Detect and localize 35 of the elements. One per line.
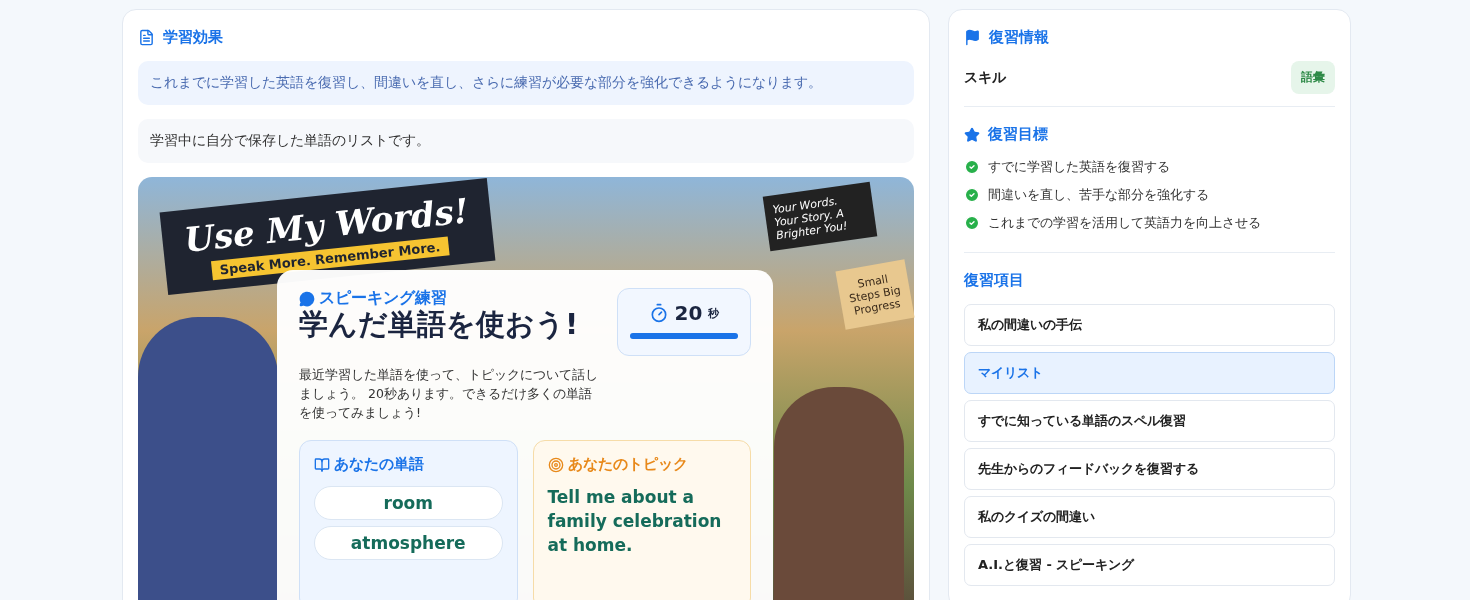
review-item[interactable]: 先生からのフィードバックを復習する [964,448,1335,490]
word-chip: room [314,486,503,521]
review-item[interactable]: マイリスト [964,352,1335,394]
timer-unit: 秒 [708,305,720,321]
goal-text: すでに学習した英語を復習する [988,158,1170,176]
panel-title: あなたのトピック [567,455,688,475]
document-icon [138,29,155,46]
section-title: 学習効果 [163,28,223,47]
review-item[interactable]: 私のクイズの間違い [964,496,1335,538]
chalk-sign: Your Words. Your Story. A Brighter You! [762,181,878,252]
chat-icon [299,290,315,307]
card-heading: 学んだ単語を使おう! [299,309,580,341]
section-title: 復習情報 [989,28,1049,47]
word-chip: atmosphere [314,526,503,561]
flag-icon [964,29,981,46]
panel-title: あなたの単語 [334,455,424,475]
goal-text: 間違いを直し、苦手な部分を強化する [988,186,1209,204]
timer-value: 20 [674,301,703,325]
topic-text: Tell me about a family celebration at home. [547,486,723,557]
instructions-text: 最近学習した単語を使って、トピックについて話しましょう。 20秒あります。できるだけ多くの単語を使ってみましょう! [299,366,599,422]
review-item[interactable]: すでに知っている単語のスペル復習 [964,400,1335,442]
goal-text: これまでの学習を活用して英語力を向上させる [988,214,1261,232]
target-icon [547,456,564,473]
paper-tag: Small Steps Big Progress [835,259,915,330]
card-eyebrow: スピーキング練習 [319,288,447,309]
section-title: 復習項目 [964,271,1024,290]
description-text: 学習中に自分で保存した単語のリストです。 [138,119,914,163]
review-item[interactable]: 私の間違いの手伝 [964,304,1335,346]
star-icon [964,126,980,143]
summary-text: これまでに学習した英語を復習し、間違いを直し、さらに練習が必要な部分を強化できるようになります。 [138,61,914,105]
skill-tag: 語彙 [1291,61,1335,94]
book-icon [314,456,330,473]
skill-label: スキル [964,68,1006,87]
review-item[interactable]: A.I.と復習 - スピーキング [964,544,1335,586]
section-title: 復習目標 [988,125,1048,144]
